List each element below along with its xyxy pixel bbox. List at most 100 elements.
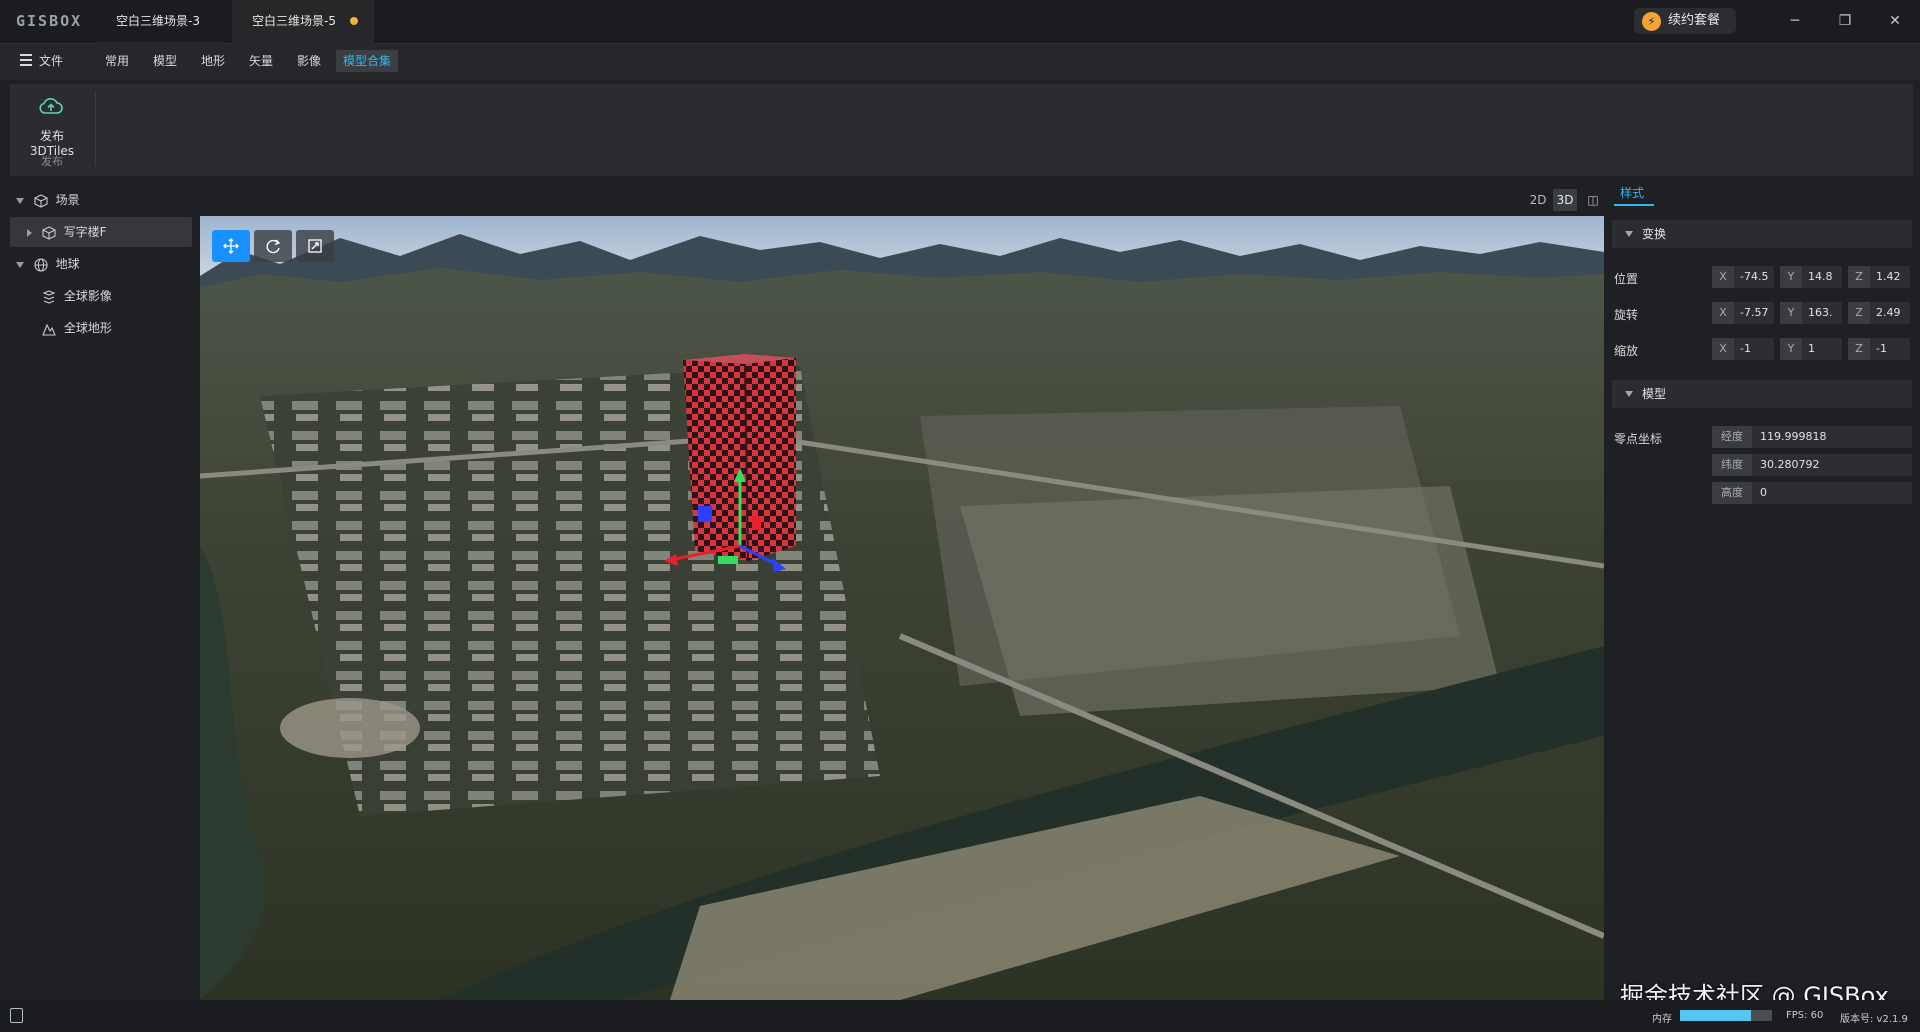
rotate-tool-button[interactable] bbox=[254, 230, 292, 262]
rotation-x-value[interactable]: -7.57 bbox=[1740, 302, 1772, 324]
scale-x-field[interactable]: X -1 bbox=[1712, 338, 1774, 360]
axis-z-tag: Z bbox=[1848, 302, 1870, 324]
globe-icon bbox=[34, 257, 48, 272]
tree-label-scene: 场景 bbox=[55, 193, 80, 207]
section-transform-header[interactable]: 变换 bbox=[1612, 220, 1912, 248]
longitude-value[interactable]: 119.999818 bbox=[1760, 426, 1826, 448]
scale-label: 缩放 bbox=[1614, 344, 1639, 358]
cube-icon bbox=[34, 193, 48, 208]
longitude-field[interactable]: 经度 119.999818 bbox=[1712, 426, 1912, 448]
caret-right-icon[interactable] bbox=[27, 228, 32, 237]
tab-style-underline bbox=[1614, 204, 1654, 206]
memory-usage-fill bbox=[1680, 1010, 1751, 1021]
menu-terrain[interactable]: 地形 bbox=[194, 50, 232, 72]
minimize-button[interactable]: ─ bbox=[1780, 9, 1810, 33]
3d-viewport[interactable] bbox=[200, 216, 1604, 1000]
imagery-layer-icon bbox=[42, 289, 56, 304]
rotation-z-value[interactable]: 2.49 bbox=[1876, 302, 1908, 324]
position-z-field[interactable]: Z 1.42 bbox=[1848, 266, 1910, 288]
scale-tool-button[interactable] bbox=[296, 230, 334, 262]
position-y-field[interactable]: Y 14.8 bbox=[1780, 266, 1842, 288]
tree-item-earth[interactable]: 地球 bbox=[16, 250, 80, 278]
tree-item-office-building[interactable]: 写字楼F bbox=[27, 218, 107, 246]
memory-label: 内存 bbox=[1652, 1014, 1672, 1025]
menu-common[interactable]: 常用 bbox=[98, 50, 136, 72]
latitude-value[interactable]: 30.280792 bbox=[1760, 454, 1820, 476]
rotate-tool-icon bbox=[266, 239, 281, 254]
scale-z-value[interactable]: -1 bbox=[1876, 338, 1908, 360]
longitude-tag: 经度 bbox=[1712, 426, 1752, 448]
axis-z-tag: Z bbox=[1848, 266, 1870, 288]
move-tool-icon bbox=[223, 238, 239, 254]
scale-tool-icon bbox=[308, 239, 322, 253]
tree-label-earth: 地球 bbox=[55, 257, 80, 271]
lightning-icon: ⚡ bbox=[1642, 12, 1661, 31]
restore-button[interactable]: ❐ bbox=[1830, 9, 1860, 33]
view-split-button[interactable]: ◫ bbox=[1581, 189, 1605, 211]
axis-x-tag: X bbox=[1712, 302, 1734, 324]
section-model-header[interactable]: 模型 bbox=[1612, 380, 1912, 408]
aerial-scene-map[interactable] bbox=[200, 216, 1604, 1000]
height-field[interactable]: 高度 0 bbox=[1712, 482, 1912, 504]
caret-down-icon[interactable] bbox=[16, 261, 24, 268]
unsaved-dot-icon bbox=[350, 17, 358, 25]
ribbon-group-label: 发布 bbox=[41, 155, 63, 168]
tree-label-global-terrain: 全球地形 bbox=[63, 321, 112, 335]
scale-y-field[interactable]: Y1 bbox=[1780, 338, 1842, 360]
hamburger-icon bbox=[20, 54, 32, 68]
position-label: 位置 bbox=[1614, 272, 1639, 286]
menu-bar bbox=[0, 42, 1920, 80]
tree-item-global-imagery[interactable]: 全球影像 bbox=[42, 282, 112, 310]
caret-down-icon[interactable] bbox=[1625, 231, 1633, 237]
ribbon-divider bbox=[95, 92, 96, 166]
menu-vector[interactable]: 矢量 bbox=[242, 50, 280, 72]
rotation-label: 旋转 bbox=[1614, 308, 1639, 322]
position-y-value[interactable]: 14.8 bbox=[1808, 266, 1840, 288]
position-x-field[interactable]: X -74.5 bbox=[1712, 266, 1774, 288]
position-x-value[interactable]: -74.5 bbox=[1740, 266, 1772, 288]
axis-x-tag: X bbox=[1712, 338, 1734, 360]
close-button[interactable]: ✕ bbox=[1880, 9, 1910, 33]
tab-scene-3[interactable]: 空白三维场景-3 bbox=[96, 0, 224, 42]
rotation-y-field[interactable]: Y 163. bbox=[1780, 302, 1842, 324]
tree-item-scene[interactable]: 场景 bbox=[16, 186, 80, 214]
tree-item-global-terrain[interactable]: 全球地形 bbox=[42, 314, 112, 342]
menu-file[interactable]: 文件 bbox=[32, 50, 70, 72]
view-2d-button[interactable]: 2D bbox=[1526, 189, 1550, 211]
cloud-upload-icon[interactable] bbox=[38, 95, 64, 117]
tree-label-office-building: 写字楼F bbox=[63, 225, 107, 239]
axis-z-tag: Z bbox=[1848, 338, 1870, 360]
axis-y-tag: Y bbox=[1780, 338, 1802, 360]
menu-model[interactable]: 模型 bbox=[146, 50, 184, 72]
tab-style[interactable]: 样式 bbox=[1620, 184, 1644, 201]
status-bar bbox=[0, 1000, 1920, 1032]
cube-icon bbox=[42, 225, 56, 240]
memory-usage-bar bbox=[1680, 1010, 1772, 1021]
app-logo: GISBOX bbox=[16, 12, 83, 30]
terrain-icon bbox=[42, 323, 56, 336]
menu-model-collection[interactable]: 模型合集 bbox=[336, 50, 399, 72]
latitude-tag: 纬度 bbox=[1712, 454, 1752, 476]
rotation-x-field[interactable]: X -7.57 bbox=[1712, 302, 1774, 324]
ribbon-toolbar bbox=[10, 84, 1913, 176]
axis-y-tag: Y bbox=[1780, 266, 1802, 288]
rotation-y-value[interactable]: 163. bbox=[1808, 302, 1840, 324]
height-tag: 高度 bbox=[1712, 482, 1752, 504]
scale-y-value[interactable]: 1 bbox=[1808, 338, 1840, 360]
latitude-field[interactable]: 纬度 30.280792 bbox=[1712, 454, 1912, 476]
rotation-z-field[interactable]: Z 2.49 bbox=[1848, 302, 1910, 324]
caret-down-icon[interactable] bbox=[1625, 391, 1633, 397]
move-tool-button[interactable] bbox=[212, 230, 250, 262]
scale-z-field[interactable]: Z -1 bbox=[1848, 338, 1910, 360]
tree-label-global-imagery: 全球影像 bbox=[63, 289, 112, 303]
origin-coordinates-label: 零点坐标 bbox=[1614, 432, 1663, 446]
log-icon[interactable] bbox=[10, 1008, 23, 1023]
menu-imagery[interactable]: 影像 bbox=[290, 50, 328, 72]
fps-readout: FPS: 60 bbox=[1786, 1010, 1824, 1021]
caret-down-icon[interactable] bbox=[16, 197, 24, 204]
scale-x-value[interactable]: -1 bbox=[1740, 338, 1772, 360]
height-value[interactable]: 0 bbox=[1760, 482, 1767, 504]
version-label: 版本号: v2.1.9 bbox=[1840, 1014, 1908, 1025]
position-z-value[interactable]: 1.42 bbox=[1876, 266, 1908, 288]
view-3d-button[interactable]: 3D bbox=[1553, 189, 1577, 211]
